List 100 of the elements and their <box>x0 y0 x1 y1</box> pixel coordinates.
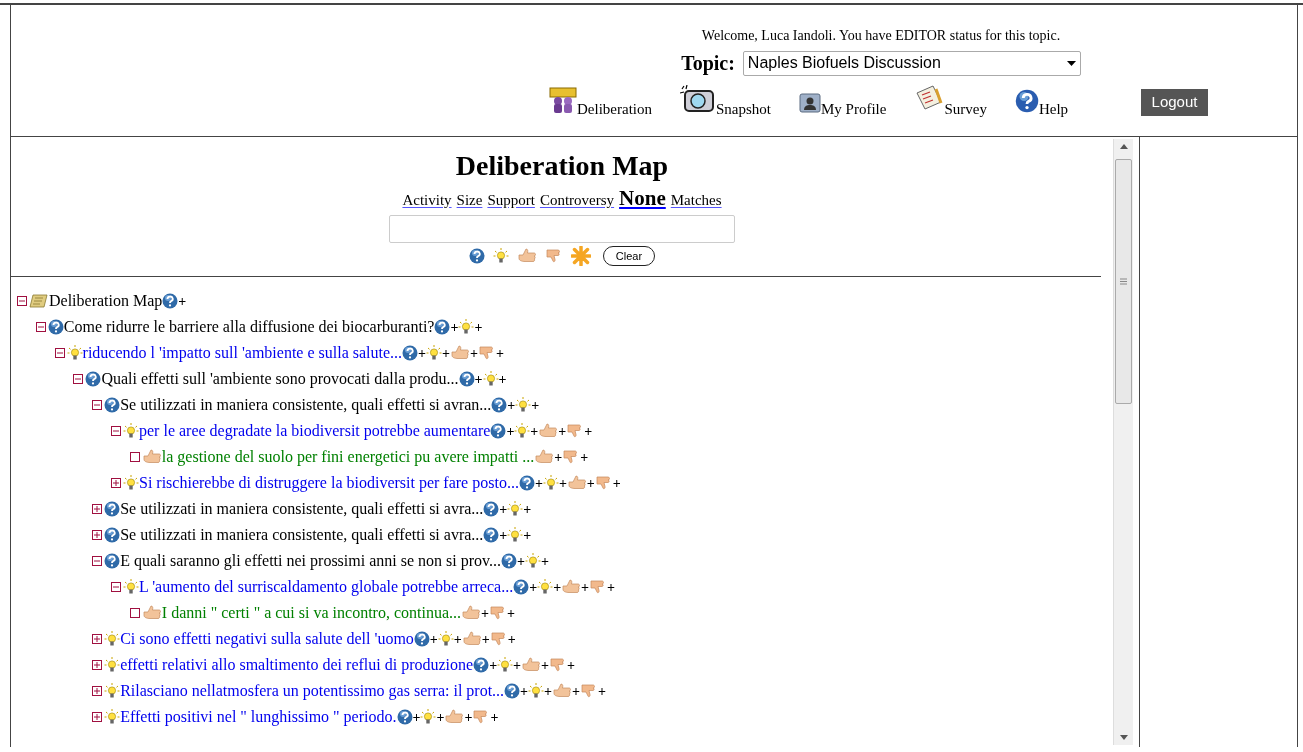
thumbs-up-icon[interactable] <box>450 345 471 361</box>
sort-link[interactable]: Support <box>487 191 535 209</box>
question-icon[interactable] <box>396 709 413 725</box>
map-node-link[interactable]: Se utilizzati in maniera consistente, quali effetti si avra... <box>120 525 484 545</box>
thumbs-up-icon[interactable] <box>461 605 481 621</box>
thumbs-up-icon[interactable] <box>516 248 537 264</box>
nav-link[interactable]: Deliberation <box>549 87 652 113</box>
add-link[interactable]: + <box>541 654 550 676</box>
question-icon[interactable] <box>491 397 508 413</box>
sort-link[interactable]: Controversy <box>539 191 615 209</box>
add-link[interactable]: + <box>507 602 515 624</box>
add-link[interactable]: + <box>507 628 516 650</box>
collapse-toggle-icon[interactable] <box>111 426 121 436</box>
thumbs-up-icon[interactable] <box>521 657 542 673</box>
add-link[interactable]: + <box>531 394 540 416</box>
thumbs-down-icon[interactable] <box>544 248 563 264</box>
add-link[interactable]: + <box>598 680 607 702</box>
add-link[interactable]: + <box>513 654 522 676</box>
lightbulb-icon[interactable] <box>525 553 541 569</box>
question-icon[interactable] <box>458 371 475 387</box>
add-link[interactable]: + <box>481 602 489 624</box>
topic-dropdown[interactable]: Naples Biofuels Discussion <box>742 50 1081 76</box>
add-link[interactable]: + <box>474 368 483 390</box>
add-link[interactable]: + <box>612 472 621 494</box>
collapse-toggle-icon[interactable] <box>73 374 84 384</box>
thumbs-up-icon[interactable] <box>566 475 587 491</box>
add-link[interactable]: + <box>489 654 498 676</box>
scroll-thumb[interactable] <box>1115 159 1132 404</box>
thumbs-down-icon[interactable] <box>489 631 508 647</box>
question-icon[interactable] <box>483 501 500 517</box>
lightbulb-icon[interactable] <box>537 579 554 595</box>
collapse-toggle-icon[interactable] <box>54 348 65 358</box>
expand-toggle-icon[interactable] <box>111 478 121 488</box>
add-link[interactable]: + <box>586 472 595 494</box>
map-node-link[interactable]: Come ridurre le barriere alla diffusione dei biocarburanti? <box>63 317 435 337</box>
add-link[interactable]: + <box>496 342 504 364</box>
question-icon[interactable] <box>513 579 530 595</box>
add-link[interactable]: + <box>499 498 508 520</box>
map-node-link[interactable]: E quali saranno gli effetti nei prossimi anni se non si prov... <box>120 551 501 571</box>
add-link[interactable]: + <box>558 420 567 442</box>
leaf-box-icon[interactable] <box>129 452 140 462</box>
thumbs-down-icon[interactable] <box>594 475 613 491</box>
map-node-link[interactable]: Si rischierebbe di distruggere la biodiversit per fare posto... <box>139 473 519 493</box>
sort-link[interactable]: Matches <box>670 191 722 209</box>
add-link[interactable]: + <box>523 524 532 546</box>
thumbs-down-icon[interactable] <box>489 605 507 621</box>
add-link[interactable]: + <box>534 472 543 494</box>
add-link[interactable]: + <box>507 394 516 416</box>
add-link[interactable]: + <box>442 342 451 364</box>
thumbs-up-icon[interactable] <box>534 449 555 465</box>
add-link[interactable]: + <box>572 680 581 702</box>
add-link[interactable]: + <box>418 342 427 364</box>
add-link[interactable]: + <box>453 628 462 650</box>
add-link[interactable]: + <box>490 706 499 728</box>
lightbulb-icon[interactable] <box>420 709 437 725</box>
add-link[interactable]: + <box>554 446 563 468</box>
question-icon[interactable] <box>518 475 535 491</box>
thumbs-up-icon[interactable] <box>444 709 465 725</box>
search-field[interactable] <box>389 215 735 243</box>
map-node-link[interactable]: effetti relativi allo smaltimento dei reflui di produzione <box>120 655 474 675</box>
add-link[interactable]: + <box>580 446 589 468</box>
lightbulb-icon[interactable] <box>542 475 559 491</box>
add-link[interactable]: + <box>506 420 515 442</box>
add-link[interactable]: + <box>584 420 593 442</box>
lightbulb-icon[interactable] <box>514 423 531 439</box>
map-node-link[interactable]: Effetti positivi nel " lunghissimo " periodo. <box>120 707 397 727</box>
expand-toggle-icon[interactable] <box>92 504 103 514</box>
expand-toggle-icon[interactable] <box>92 686 103 696</box>
add-link[interactable]: + <box>607 576 616 598</box>
add-link[interactable]: + <box>541 550 549 572</box>
add-link[interactable]: + <box>544 680 553 702</box>
sort-link[interactable]: Activity <box>402 191 452 209</box>
question-icon[interactable] <box>468 248 485 264</box>
lightbulb-icon[interactable] <box>528 683 545 699</box>
lightbulb-icon[interactable] <box>507 527 524 543</box>
lightbulb-icon[interactable] <box>482 371 499 387</box>
map-node-link[interactable]: Ci sono effetti negativi sulla salute dell 'uomo <box>120 629 414 649</box>
expand-toggle-icon[interactable] <box>92 712 103 722</box>
expand-toggle-icon[interactable] <box>92 530 103 540</box>
lightbulb-icon[interactable] <box>437 631 454 647</box>
map-node-link[interactable]: L 'aumento del surriscaldamento globale potrebbe arreca... <box>139 577 514 597</box>
add-link[interactable]: + <box>450 316 459 338</box>
scroll-up-icon[interactable] <box>1119 144 1128 149</box>
collapse-toggle-icon[interactable] <box>17 296 27 306</box>
add-link[interactable]: + <box>436 706 445 728</box>
thumbs-up-icon[interactable] <box>461 631 482 647</box>
question-icon[interactable] <box>162 293 179 309</box>
add-link[interactable]: + <box>517 550 525 572</box>
map-node-link[interactable]: Se utilizzati in maniera consistente, quali effetti si avra... <box>120 499 484 519</box>
collapse-toggle-icon[interactable] <box>92 556 103 566</box>
map-node-link[interactable]: la gestione del suolo per fini energetici pu avere impatti ... <box>161 447 535 467</box>
add-link[interactable]: + <box>178 290 187 312</box>
logout-button[interactable]: Logout <box>1141 89 1208 116</box>
lightbulb-icon[interactable] <box>507 501 524 517</box>
add-link[interactable]: + <box>498 368 507 390</box>
scroll-down-icon[interactable] <box>1119 735 1128 740</box>
add-link[interactable]: + <box>520 680 529 702</box>
add-link[interactable]: + <box>529 576 538 598</box>
map-node-link[interactable]: Quali effetti sull 'ambiente sono provocati dalla produ... <box>101 369 459 389</box>
add-link[interactable]: + <box>464 706 473 728</box>
